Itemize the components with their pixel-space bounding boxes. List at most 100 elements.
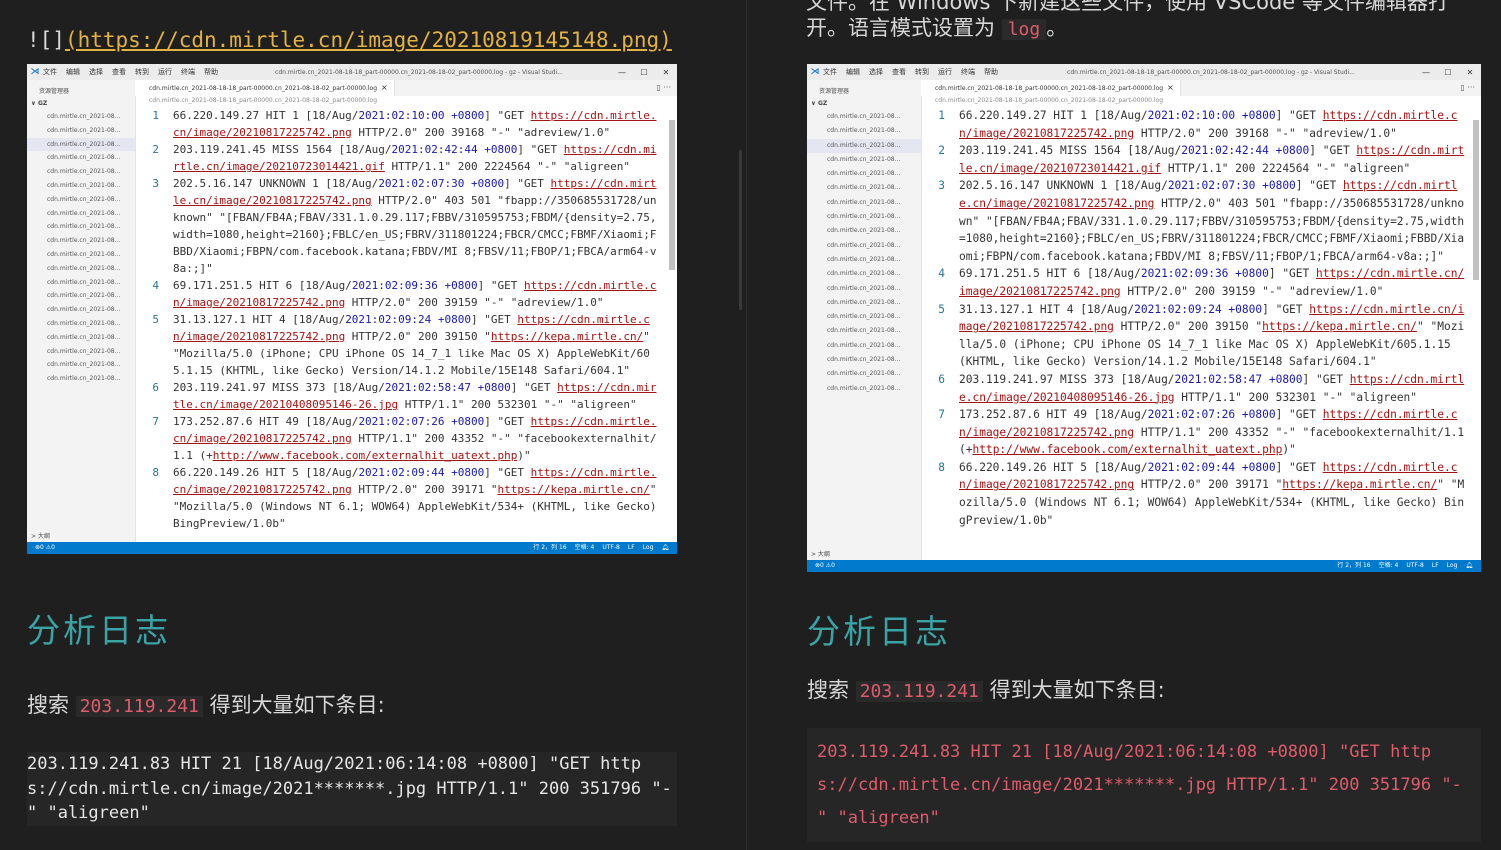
- file-item[interactable]: cdn.mirtle.cn_2021-08...: [27, 331, 135, 345]
- file-item[interactable]: cdn.mirtle.cn_2021-08...: [27, 262, 135, 276]
- status-item[interactable]: UTF-8: [602, 544, 620, 551]
- editor-tab[interactable]: cdn.mirtle.cn_2021-08-18-18_part-00000.c…: [921, 80, 1181, 96]
- folder-gz[interactable]: ∨ GZ: [27, 100, 135, 110]
- log-url[interactable]: http://www.facebook.com/externalhit_uate…: [213, 449, 518, 462]
- log-url[interactable]: https://kepa.mirtle.cn/: [1262, 320, 1417, 333]
- file-item[interactable]: cdn.mirtle.cn_2021-08...: [27, 372, 135, 386]
- image-markdown-link[interactable]: ![](https://cdn.mirtle.cn/image/20210819…: [27, 28, 672, 52]
- outline-section[interactable]: > 大纲: [31, 531, 50, 540]
- file-item[interactable]: cdn.mirtle.cn_2021-08...: [807, 153, 921, 167]
- close-icon[interactable]: ✕: [655, 68, 677, 77]
- editor-scrollbar[interactable]: [1473, 120, 1479, 280]
- minimize-icon[interactable]: —: [611, 68, 633, 77]
- menu-item[interactable]: 帮助: [204, 68, 218, 76]
- menu-item[interactable]: 查看: [112, 68, 126, 76]
- menu-item[interactable]: 选择: [869, 68, 883, 76]
- tab-close-icon[interactable]: ×: [1167, 83, 1174, 92]
- folder-gz[interactable]: ∨ GZ: [807, 100, 921, 110]
- file-item[interactable]: cdn.mirtle.cn_2021-08...: [27, 193, 135, 207]
- file-item[interactable]: cdn.mirtle.cn_2021-08...: [27, 110, 135, 124]
- menu-item[interactable]: 转到: [135, 68, 149, 76]
- file-item[interactable]: cdn.mirtle.cn_2021-08...: [807, 267, 921, 281]
- file-item[interactable]: cdn.mirtle.cn_2021-08...: [807, 210, 921, 224]
- status-problems[interactable]: ⊗0 ⚠0: [815, 560, 835, 572]
- menu-item[interactable]: 帮助: [984, 68, 998, 76]
- notification-bell-icon[interactable]: 🔔︎: [661, 544, 669, 551]
- file-item[interactable]: cdn.mirtle.cn_2021-08...: [807, 239, 921, 253]
- file-item[interactable]: cdn.mirtle.cn_2021-08...: [27, 345, 135, 359]
- file-item[interactable]: cdn.mirtle.cn_2021-08...: [27, 358, 135, 372]
- file-item[interactable]: cdn.mirtle.cn_2021-08...: [27, 303, 135, 317]
- file-item[interactable]: cdn.mirtle.cn_2021-08...: [807, 353, 921, 367]
- status-item[interactable]: UTF-8: [1406, 562, 1424, 569]
- log-url[interactable]: https://kepa.mirtle.cn/: [491, 330, 643, 343]
- file-item[interactable]: cdn.mirtle.cn_2021-08...: [807, 339, 921, 353]
- menu-item[interactable]: 转到: [915, 68, 929, 76]
- status-item[interactable]: 空格: 4: [575, 544, 595, 551]
- breadcrumb[interactable]: cdn.mirtle.cn_2021-08-18-18_part-00000.c…: [921, 96, 1481, 106]
- editor-area[interactable]: 1 66.220.149.27 HIT 1 [18/Aug/2021:02:10:…: [921, 107, 1481, 560]
- file-item[interactable]: cdn.mirtle.cn_2021-08...: [807, 296, 921, 310]
- file-item[interactable]: cdn.mirtle.cn_2021-08...: [807, 253, 921, 267]
- maximize-icon[interactable]: ☐: [633, 68, 655, 77]
- file-item[interactable]: cdn.mirtle.cn_2021-08...: [27, 289, 135, 303]
- status-item[interactable]: LF: [628, 544, 635, 551]
- file-item[interactable]: cdn.mirtle.cn_2021-08...: [27, 207, 135, 221]
- file-item[interactable]: cdn.mirtle.cn_2021-08...: [807, 382, 921, 396]
- status-problems[interactable]: ⊗0 ⚠0: [35, 542, 55, 554]
- log-url[interactable]: http://www.facebook.com/externalhit_uate…: [972, 443, 1282, 456]
- editor-area[interactable]: 1 66.220.149.27 HIT 1 [18/Aug/2021:02:10:…: [135, 107, 677, 542]
- menu-item[interactable]: 编辑: [66, 68, 80, 76]
- file-item[interactable]: cdn.mirtle.cn_2021-08...: [807, 124, 921, 138]
- file-item[interactable]: cdn.mirtle.cn_2021-08...: [27, 317, 135, 331]
- menu-item[interactable]: 选择: [89, 68, 103, 76]
- menu-item[interactable]: 编辑: [846, 68, 860, 76]
- file-item[interactable]: cdn.mirtle.cn_2021-08...: [27, 234, 135, 248]
- status-item[interactable]: LF: [1432, 562, 1439, 569]
- file-item[interactable]: cdn.mirtle.cn_2021-08...: [807, 110, 921, 124]
- split-editor-icon[interactable]: ▯ ···: [656, 80, 671, 96]
- menu-item[interactable]: 运行: [158, 68, 172, 76]
- status-item[interactable]: 空格: 4: [1379, 562, 1399, 569]
- file-item[interactable]: cdn.mirtle.cn_2021-08...: [807, 282, 921, 296]
- scrollbar-thumb[interactable]: [739, 150, 742, 310]
- menu-item[interactable]: 查看: [892, 68, 906, 76]
- menu-item[interactable]: 终端: [961, 68, 975, 76]
- editor-tab[interactable]: cdn.mirtle.cn_2021-08-18-18_part-00000.c…: [135, 80, 395, 96]
- menu-item[interactable]: 运行: [938, 68, 952, 76]
- close-icon[interactable]: ✕: [1459, 68, 1481, 77]
- file-item[interactable]: cdn.mirtle.cn_2021-08...: [807, 181, 921, 195]
- file-item[interactable]: cdn.mirtle.cn_2021-08...: [27, 276, 135, 290]
- file-item[interactable]: cdn.mirtle.cn_2021-08...: [807, 310, 921, 324]
- status-item[interactable]: Log: [1447, 562, 1458, 569]
- status-item[interactable]: Log: [643, 544, 654, 551]
- maximize-icon[interactable]: ☐: [1437, 68, 1459, 77]
- file-item[interactable]: cdn.mirtle.cn_2021-08...: [27, 248, 135, 262]
- editor-scrollbar[interactable]: [669, 120, 675, 270]
- file-item[interactable]: cdn.mirtle.cn_2021-08...: [807, 196, 921, 210]
- image-link-url[interactable]: (https://cdn.mirtle.cn/image/20210819145…: [65, 28, 672, 52]
- log-url[interactable]: https://kepa.mirtle.cn/: [1282, 478, 1437, 491]
- menu-item[interactable]: 终端: [181, 68, 195, 76]
- breadcrumb[interactable]: cdn.mirtle.cn_2021-08-18-18_part-00000.c…: [135, 96, 677, 106]
- status-item[interactable]: 行 2，列 16: [533, 544, 566, 551]
- file-item[interactable]: cdn.mirtle.cn_2021-08...: [27, 165, 135, 179]
- outline-section[interactable]: > 大纲: [811, 549, 830, 558]
- file-item[interactable]: cdn.mirtle.cn_2021-08...: [27, 179, 135, 193]
- tab-close-icon[interactable]: ×: [381, 83, 388, 92]
- split-editor-icon[interactable]: ▯ ···: [1460, 80, 1475, 96]
- file-item[interactable]: cdn.mirtle.cn_2021-08...: [807, 138, 921, 153]
- menu-item[interactable]: 文件: [43, 68, 57, 76]
- file-item[interactable]: cdn.mirtle.cn_2021-08...: [807, 367, 921, 381]
- file-item[interactable]: cdn.mirtle.cn_2021-08...: [27, 137, 135, 152]
- file-item[interactable]: cdn.mirtle.cn_2021-08...: [27, 220, 135, 234]
- notification-bell-icon[interactable]: 🔔︎: [1465, 562, 1473, 569]
- minimize-icon[interactable]: —: [1415, 68, 1437, 77]
- file-item[interactable]: cdn.mirtle.cn_2021-08...: [27, 151, 135, 165]
- file-item[interactable]: cdn.mirtle.cn_2021-08...: [807, 224, 921, 238]
- file-item[interactable]: cdn.mirtle.cn_2021-08...: [27, 124, 135, 138]
- file-item[interactable]: cdn.mirtle.cn_2021-08...: [807, 324, 921, 338]
- log-url[interactable]: https://kepa.mirtle.cn/: [498, 483, 650, 496]
- menu-item[interactable]: 文件: [823, 68, 837, 76]
- status-item[interactable]: 行 2，列 16: [1337, 562, 1370, 569]
